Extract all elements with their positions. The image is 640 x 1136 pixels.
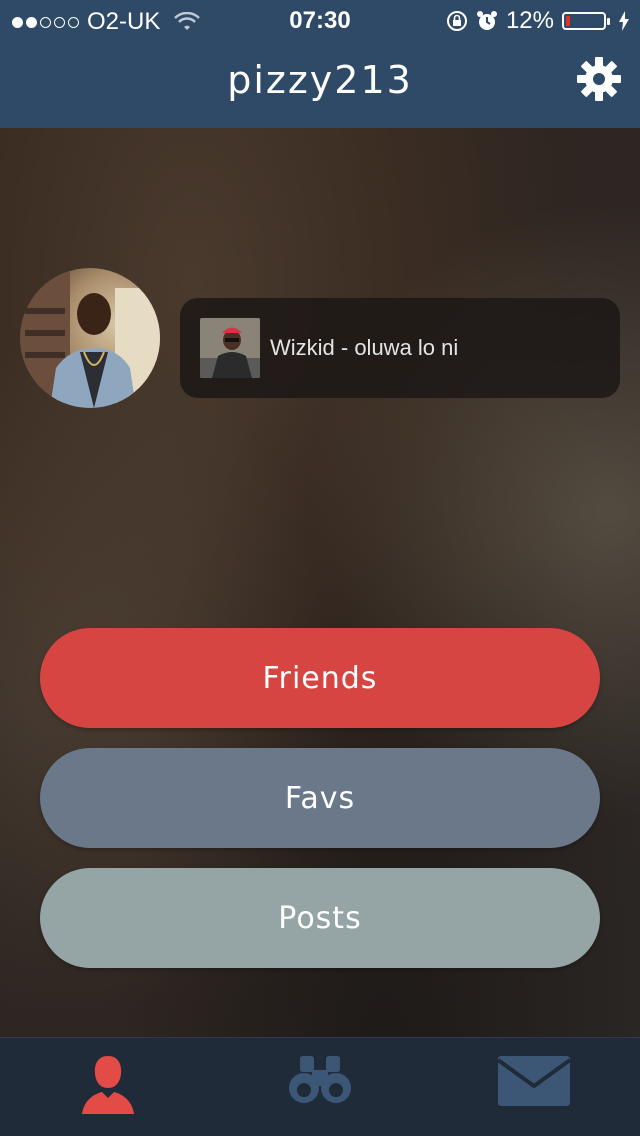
tab-messages[interactable] <box>494 1052 574 1122</box>
now-playing-card[interactable]: Wizkid - oluwa lo ni <box>180 298 620 398</box>
mail-icon <box>496 1056 572 1106</box>
tab-explore[interactable] <box>280 1052 360 1122</box>
tab-profile[interactable] <box>68 1052 148 1122</box>
avatar-photo <box>20 268 160 408</box>
nav-bar: pizzy213 <box>0 40 640 128</box>
tab-bar <box>0 1037 640 1136</box>
settings-button[interactable] <box>574 54 624 104</box>
battery-level <box>566 16 571 26</box>
alarm-icon <box>476 11 497 30</box>
page-title: pizzy213 <box>227 58 413 102</box>
battery-icon <box>562 12 610 30</box>
binoculars-icon <box>289 1056 351 1103</box>
favs-button[interactable]: Favs <box>40 748 600 848</box>
now-playing-track: Wizkid - oluwa lo ni <box>270 335 459 360</box>
charging-bolt-icon <box>619 11 629 31</box>
profile-avatar[interactable] <box>20 268 160 408</box>
battery-percent: 12% <box>505 7 554 34</box>
person-icon <box>82 1056 134 1114</box>
status-right: 12% <box>446 7 630 35</box>
rotation-lock-icon <box>446 11 467 31</box>
gear-icon <box>577 57 621 101</box>
status-bar: O2-UK 07:30 12% <box>0 0 640 40</box>
album-art <box>200 318 260 378</box>
friends-button[interactable]: Friends <box>40 628 600 728</box>
posts-button[interactable]: Posts <box>40 868 600 968</box>
